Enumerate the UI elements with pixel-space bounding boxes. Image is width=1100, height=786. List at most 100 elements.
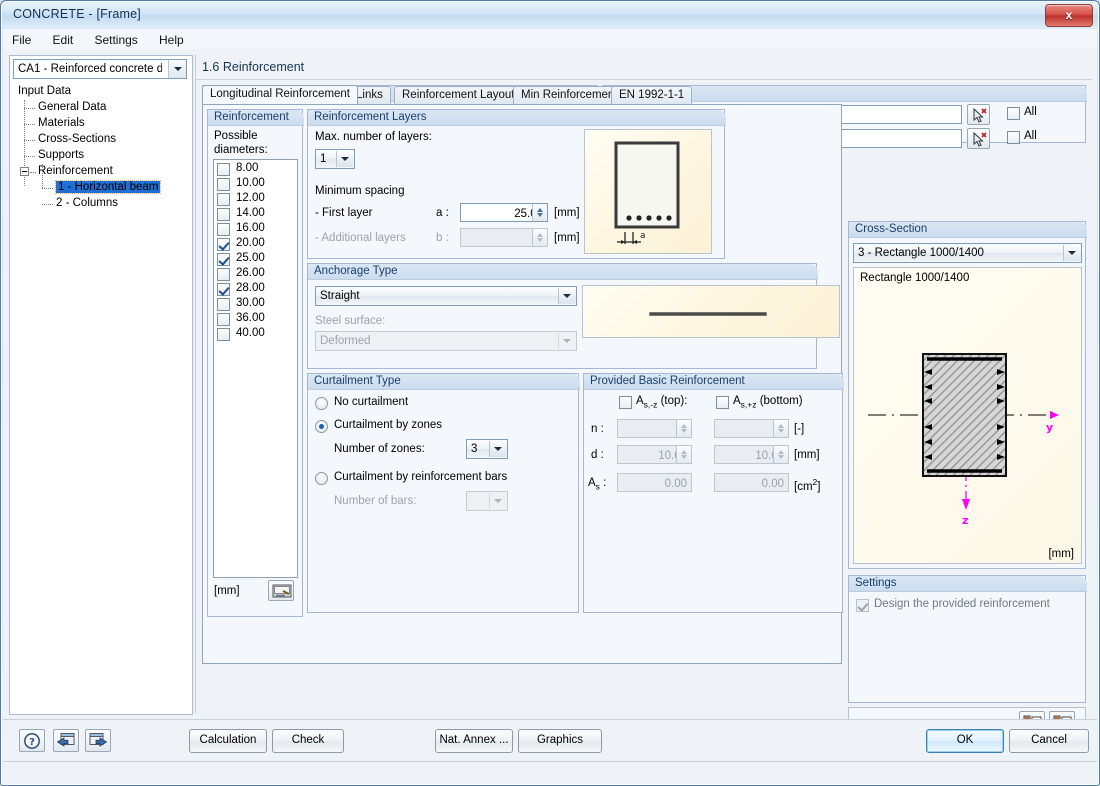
as-bottom-checkbox[interactable] [716, 396, 729, 409]
diameter-checkbox[interactable] [217, 283, 230, 296]
sidebar-item-materials[interactable]: Materials [14, 116, 190, 132]
graphics-button[interactable]: Graphics [518, 729, 602, 753]
spinner-up-icon [537, 208, 543, 212]
diameter-settings-button[interactable] [268, 580, 294, 601]
list-item[interactable]: 30.00 [214, 297, 297, 312]
design-case-combo[interactable]: CA1 - Reinforced concrete desi [13, 59, 187, 79]
tree-root-input-data[interactable]: Input Data [14, 84, 190, 100]
diameter-checkbox[interactable] [217, 223, 230, 236]
diameter-value: 40.00 [236, 327, 265, 339]
additional-layers-symbol: b : [436, 232, 449, 244]
sidebar-item-general-data[interactable]: General Data [14, 100, 190, 116]
pick-select-icon [973, 108, 987, 123]
sidebar-item-cross-sections[interactable]: Cross-Sections [14, 132, 190, 148]
menu-item-settings[interactable]: Settings [85, 31, 146, 49]
tab-en-1992-1-1[interactable]: EN 1992-1-1 [611, 86, 693, 104]
diameter-checkbox[interactable] [217, 298, 230, 311]
as-top-checkbox[interactable] [619, 396, 632, 409]
first-layer-spinner[interactable] [460, 203, 548, 222]
nat-annex-button[interactable]: Nat. Annex ... [435, 729, 513, 753]
list-item[interactable]: 26.00 [214, 267, 297, 282]
sets-pick-button[interactable] [967, 128, 990, 149]
d-top-spinner [617, 445, 692, 464]
check-button[interactable]: Check [272, 729, 344, 753]
list-item[interactable]: 40.00 [214, 327, 297, 342]
chevron-down-icon[interactable] [558, 288, 575, 304]
chevron-down-icon[interactable] [1063, 245, 1080, 261]
sidebar-item-supports[interactable]: Supports [14, 148, 190, 164]
chevron-down-icon[interactable] [489, 441, 506, 457]
cross-section-combo[interactable]: 3 - Rectangle 1000/1400 [853, 243, 1082, 263]
list-item[interactable]: 8.00 [214, 162, 297, 177]
collapse-expander-icon[interactable] [20, 167, 29, 176]
first-layer-spin-buttons[interactable] [532, 204, 547, 221]
additional-layers-unit: [mm] [554, 232, 580, 244]
diameter-checkbox[interactable] [217, 238, 230, 251]
previous-page-button[interactable] [53, 729, 79, 752]
diameter-list[interactable]: 8.00 10.00 12.00 14.00 16.00 20.00 25.00… [213, 159, 298, 578]
list-item[interactable]: 36.00 [214, 312, 297, 327]
list-item[interactable]: 10.00 [214, 177, 297, 192]
tree-root-label: Input Data [18, 85, 72, 97]
layer-spacing-diagram: a [614, 141, 680, 244]
diameter-checkbox[interactable] [217, 208, 230, 221]
ok-button[interactable]: OK [926, 729, 1004, 753]
members-pick-button[interactable] [967, 104, 990, 125]
anchorage-type-combo[interactable]: Straight [315, 286, 577, 306]
help-button[interactable]: ? [19, 729, 45, 752]
number-of-zones-combo[interactable]: 3 [466, 439, 508, 459]
spinner-down-icon [681, 455, 687, 459]
radio-no-curtailment[interactable] [315, 397, 328, 410]
reinforcement-diameters-box: Reinforcement Possible diameters: 8.00 1 [207, 109, 304, 617]
diameter-checkbox[interactable] [217, 313, 230, 326]
diameter-value: 36.00 [236, 312, 265, 324]
diameter-checkbox[interactable] [217, 163, 230, 176]
tab-min-reinforcement[interactable]: Min Reinforcement [513, 86, 626, 104]
sets-all-checkbox[interactable] [1007, 131, 1020, 144]
diameter-checkbox[interactable] [217, 328, 230, 341]
chevron-down-icon [489, 493, 506, 509]
sidebar-item-columns[interactable]: 2 - Columns [14, 196, 190, 212]
as-bottom-input [714, 473, 789, 492]
members-all-checkbox[interactable] [1007, 107, 1020, 120]
list-item[interactable]: 28.00 [214, 282, 297, 297]
tab-reinforcement-layout[interactable]: Reinforcement Layout [394, 86, 523, 104]
sidebar-item-label: Cross-Sections [38, 133, 116, 145]
chevron-down-icon[interactable] [336, 151, 353, 167]
next-page-button[interactable] [85, 729, 111, 752]
first-layer-unit: [mm] [554, 207, 580, 219]
radio-curtailment-by-zones[interactable] [315, 420, 328, 433]
sidebar-item-horizontal-beam[interactable]: 1 - Horizontal beam [14, 180, 190, 196]
list-item[interactable]: 25.00 [214, 252, 297, 267]
body-area: CA1 - Reinforced concrete desi Input Dat… [3, 49, 1097, 735]
n-top-spinner [617, 419, 692, 438]
menu-item-edit[interactable]: Edit [44, 31, 83, 49]
svg-text:?: ? [29, 737, 35, 748]
list-item[interactable]: 14.00 [214, 207, 297, 222]
diameter-checkbox[interactable] [217, 253, 230, 266]
sidebar-item-reinforcement[interactable]: Reinforcement [14, 164, 190, 180]
number-of-bars-label: Number of bars: [334, 495, 417, 507]
chevron-down-icon [558, 333, 575, 349]
n-row-symbol: n : [591, 423, 604, 435]
additional-layers-label: - Additional layers [315, 232, 406, 244]
radio-curtailment-by-bars[interactable] [315, 472, 328, 485]
cancel-button[interactable]: Cancel [1009, 729, 1089, 753]
cross-section-viewport[interactable]: Rectangle 1000/1400 [mm] y z [853, 267, 1082, 564]
diameter-checkbox[interactable] [217, 268, 230, 281]
as-bottom-tail: (bottom) [759, 395, 803, 407]
diameter-checkbox[interactable] [217, 178, 230, 191]
max-layers-combo[interactable]: 1 [315, 149, 355, 169]
list-item[interactable]: 16.00 [214, 222, 297, 237]
list-item[interactable]: 20.00 [214, 237, 297, 252]
spinner-up-icon [681, 450, 687, 454]
menu-item-help[interactable]: Help [150, 31, 193, 49]
diameter-checkbox[interactable] [217, 193, 230, 206]
close-button[interactable]: x [1045, 4, 1093, 27]
tab-longitudinal-reinforcement[interactable]: Longitudinal Reinforcement [202, 85, 359, 104]
calculation-button[interactable]: Calculation [189, 729, 267, 753]
list-item[interactable]: 12.00 [214, 192, 297, 207]
anchorage-type-title: Anchorage Type [308, 264, 818, 280]
menu-item-file[interactable]: File [3, 31, 40, 49]
chevron-down-icon[interactable] [168, 60, 186, 78]
